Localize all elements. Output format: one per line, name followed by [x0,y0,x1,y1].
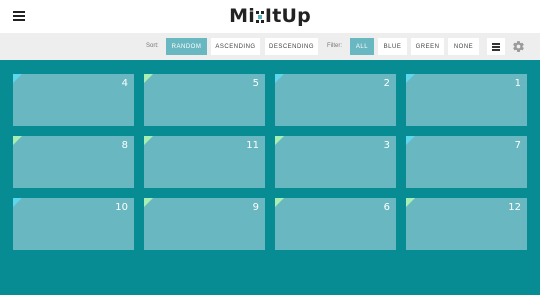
mix-card[interactable]: 2 [275,74,396,126]
color-tag-corner [406,136,415,145]
color-tag-corner [144,136,153,145]
sort-label: Sort: [146,43,159,49]
color-tag-corner [144,198,153,207]
mix-card[interactable]: 10 [13,198,134,250]
mix-card[interactable]: 12 [406,198,527,250]
gear-icon[interactable] [512,40,525,53]
color-tag-corner [13,74,22,83]
list-icon[interactable] [487,38,505,55]
filter-all-button[interactable]: ALL [350,38,374,55]
mix-card[interactable]: 6 [275,198,396,250]
filter-none-button[interactable]: NONE [448,38,479,55]
sort-descending-button[interactable]: DESCENDING [265,38,318,55]
filter-blue-button[interactable]: BLUE [378,38,407,55]
sort-ascending-button[interactable]: ASCENDING [211,38,260,55]
logo-text-start: Mi [229,5,255,27]
mix-card[interactable]: 4 [13,74,134,126]
color-tag-corner [406,74,415,83]
filter-green-button[interactable]: GREEN [411,38,444,55]
color-tag-corner [144,74,153,83]
color-tag-corner [275,198,284,207]
sort-random-button[interactable]: RANDOM [166,38,207,55]
card-number: 12 [508,202,521,213]
mix-card[interactable]: 3 [275,136,396,188]
mix-card[interactable]: 11 [144,136,265,188]
color-tag-corner [406,198,415,207]
mix-card[interactable]: 1 [406,74,527,126]
card-number: 7 [514,140,521,151]
card-number: 8 [121,140,128,151]
card-number: 4 [121,78,128,89]
logo[interactable]: Mi ItUp [0,5,540,27]
card-number: 5 [252,78,259,89]
mix-card[interactable]: 7 [406,136,527,188]
logo-text-end: ItUp [264,5,311,27]
card-number: 10 [115,202,128,213]
card-number: 6 [383,202,390,213]
color-tag-corner [275,74,284,83]
card-number: 1 [514,78,521,89]
card-number: 11 [246,140,259,151]
logo-x-mark [255,11,264,23]
card-number: 3 [383,140,390,151]
mix-card[interactable]: 5 [144,74,265,126]
header: Mi ItUp [0,0,540,33]
color-tag-corner [13,198,22,207]
color-tag-corner [275,136,284,145]
card-number: 9 [252,202,259,213]
filter-label: Filter: [327,43,342,49]
mix-card[interactable]: 8 [13,136,134,188]
color-tag-corner [13,136,22,145]
mix-card[interactable]: 9 [144,198,265,250]
card-number: 2 [383,78,390,89]
